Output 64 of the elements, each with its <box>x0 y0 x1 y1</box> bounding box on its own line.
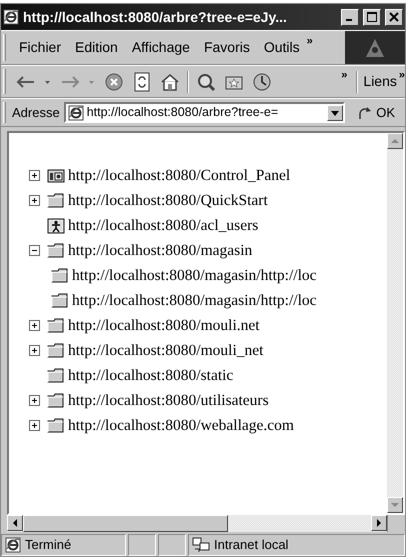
page-icon <box>5 537 21 553</box>
more-chevron[interactable]: » <box>341 67 348 84</box>
address-field[interactable]: http://localhost:8080/arbre?tree-e= <box>64 102 346 123</box>
logo-icon <box>364 36 386 58</box>
expand-toggle[interactable] <box>29 170 40 181</box>
tree-link[interactable]: http://localhost:8080/static <box>68 364 234 388</box>
tree-link[interactable]: http://localhost:8080/magasin/http://loc <box>72 264 317 288</box>
tree-link[interactable]: http://localhost:8080/acl_users <box>68 214 258 238</box>
scroll-right-button[interactable] <box>371 515 387 531</box>
more-chevron[interactable]: » <box>398 67 405 84</box>
folder-icon <box>47 367 65 384</box>
maximize-icon[interactable] <box>367 12 377 22</box>
address-label: Adresse <box>12 104 60 122</box>
scroll-left-button[interactable] <box>7 515 23 531</box>
folder-icon <box>51 292 69 309</box>
caret-icon[interactable] <box>331 108 340 116</box>
scrollbar-thumb[interactable] <box>23 515 228 532</box>
tree-link[interactable]: http://localhost:8080/weballage.com <box>68 414 294 438</box>
arrow-icon[interactable] <box>357 104 374 120</box>
menu-item[interactable]: Favoris <box>196 35 257 60</box>
menu-item[interactable]: Fichier <box>12 35 68 60</box>
page-icon <box>68 104 84 120</box>
zone-text: Intranet local <box>214 536 288 554</box>
tree-link[interactable]: http://localhost:8080/magasin <box>68 238 252 262</box>
network-icon <box>192 537 210 553</box>
left-arrow-icon[interactable] <box>12 519 18 527</box>
folder-icon <box>47 192 65 209</box>
browser-icon <box>3 9 19 25</box>
status-text: Terminé <box>25 536 72 554</box>
more-chevron[interactable]: » <box>306 33 313 50</box>
tree-link[interactable]: http://localhost:8080/Control_Panel <box>68 164 290 188</box>
folder-icon <box>47 242 65 259</box>
window-title: http://localhost:8080/arbre?tree-e=eJy... <box>23 8 288 27</box>
menu-item[interactable]: Outils <box>256 35 307 60</box>
tree-link[interactable]: http://localhost:8080/mouli.net <box>68 314 260 338</box>
user-icon <box>47 217 65 234</box>
scroll-up-button[interactable] <box>387 133 403 149</box>
folder-icon <box>47 417 65 434</box>
links-button[interactable]: Liens <box>361 71 399 92</box>
minimize-button[interactable] <box>341 8 359 26</box>
expand-toggle[interactable] <box>29 320 40 331</box>
close-icon[interactable] <box>389 12 399 22</box>
folder-icon <box>47 342 65 359</box>
expand-toggle[interactable] <box>29 345 40 356</box>
expand-toggle[interactable] <box>29 395 40 406</box>
menu-item[interactable]: Affichage <box>124 35 197 60</box>
collapse-toggle[interactable] <box>29 245 40 256</box>
folder-icon <box>47 317 65 334</box>
menu-item[interactable]: Edition <box>68 35 125 60</box>
folder-icon <box>51 267 69 284</box>
folder-icon <box>47 392 65 409</box>
tree-link[interactable]: http://localhost:8080/utilisateurs <box>68 388 269 412</box>
scroll-down-button[interactable] <box>387 497 403 513</box>
control-panel-icon <box>47 167 65 184</box>
tree-link[interactable]: http://localhost:8080/mouli_net <box>68 338 264 362</box>
dropdown-button[interactable] <box>327 104 344 120</box>
close-button[interactable] <box>385 8 403 26</box>
expand-toggle[interactable] <box>29 420 40 431</box>
tree-link[interactable]: http://localhost:8080/magasin/http://loc <box>72 288 317 312</box>
tree-link[interactable]: http://localhost:8080/QuickStart <box>68 188 268 212</box>
maximize-button[interactable] <box>363 8 381 26</box>
go-button[interactable]: OK <box>353 102 399 122</box>
right-arrow-icon[interactable] <box>376 519 382 527</box>
expand-toggle[interactable] <box>29 195 40 206</box>
